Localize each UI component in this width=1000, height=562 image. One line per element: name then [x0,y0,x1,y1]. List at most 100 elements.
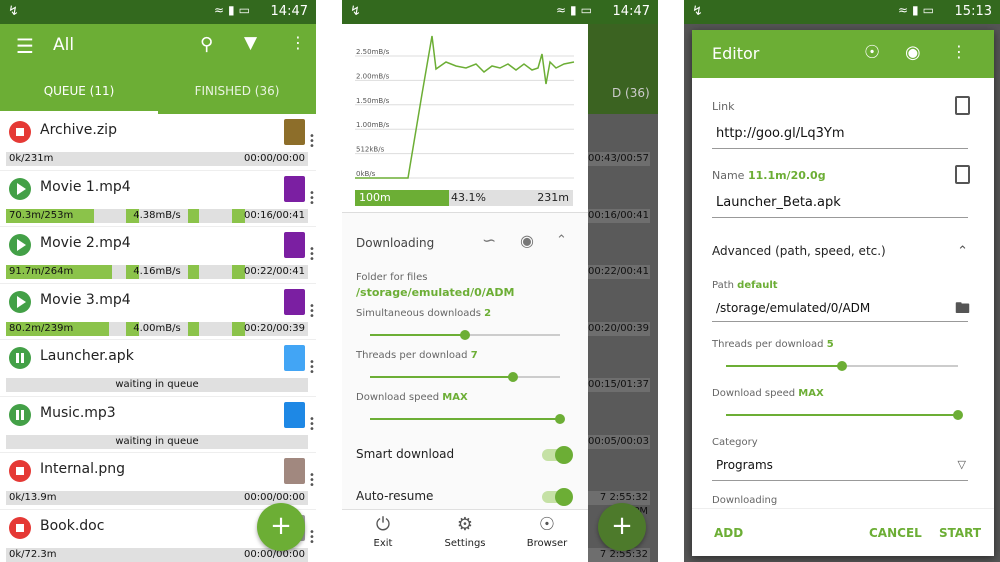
total-size: 231m [537,191,569,204]
add-button[interactable]: ADD [714,526,743,540]
menu-icon[interactable]: ☰ [16,34,34,58]
chart-icon[interactable]: ∽ [482,231,496,251]
percent-label: 43.1% [451,191,486,204]
threads-label: Threads per download 7 [356,350,478,361]
row-menu-icon[interactable]: • • • [309,358,315,378]
chart-tick-label: 1.50mB/s [356,97,390,105]
filter-icon[interactable]: ▼ [244,33,257,53]
link-underline [712,148,968,149]
threads-slider[interactable] [370,372,560,382]
globe-icon: ☉ [538,514,556,535]
nav-exit[interactable]: ⏻ Exit [342,514,424,549]
smart-download-label: Smart download [356,447,455,461]
size-text: 0k/72.3m [9,548,57,560]
speed-slider[interactable] [370,414,565,424]
tab-queue[interactable]: QUEUE (11) [0,68,158,114]
zip-icon [284,119,305,145]
play-button[interactable] [9,234,31,256]
signal-icons: ≈▮▭ [214,3,254,17]
eye-icon[interactable]: ◉ [520,231,534,250]
folder-value[interactable]: /storage/emulated/0/ADM [356,286,514,299]
download-row[interactable]: Internal.png • • • 0k/13.9m 00:00/00:00 [0,453,316,510]
status-time: 15:13 [954,4,992,19]
section-title: Downloading [356,236,435,250]
chevron-down-icon[interactable]: ▽ [958,458,966,471]
nav-settings[interactable]: ⚙ Settings [424,514,506,549]
stop-button[interactable] [9,516,31,539]
play-button[interactable] [9,290,31,313]
more-options-icon[interactable]: ⋮ [951,42,967,61]
row-menu-icon[interactable]: • • • [309,414,315,434]
play-button[interactable] [9,177,31,200]
download-row[interactable]: Movie 3.mp4 • • • 80.2m/239m 4.00mB/s 00:20/00… [0,283,316,340]
collapse-icon[interactable]: ⌃ [957,244,968,259]
download-row[interactable]: Archive.zip • • • 0k/231m 00:00/00:00 [0,114,316,171]
eye-icon[interactable]: ◉ [905,42,921,63]
downloaded-size: 100m [359,191,391,204]
file-name: Launcher.apk [40,348,134,364]
threads-slider[interactable] [726,361,958,371]
path-input[interactable]: /storage/emulated/0/ADM [716,301,870,315]
add-download-button[interactable]: + [257,503,305,551]
status-time: 14:47 [270,4,308,19]
page-title: All [53,35,75,55]
file-name: Archive.zip [40,122,117,138]
simultaneous-slider[interactable] [370,330,560,340]
row-menu-icon[interactable]: • • • [309,132,315,152]
download-notification-icon: ↯ [8,4,19,19]
stop-button[interactable] [9,460,31,482]
status-bar: ↯ ≈▮▭ 14:47 [0,0,316,24]
background-tab-label: D (36) [612,86,650,100]
tab-finished[interactable]: FINISHED (36) [158,68,316,114]
pause-button[interactable] [9,347,31,369]
speed-chart: 2.50mB/s 2.00mB/s 1.50mB/s 1.00mB/s 512kB/s 0… [342,24,588,212]
pause-button[interactable] [9,403,31,426]
folder-icon[interactable]: 🖿 [955,298,970,323]
progress-bar: 70.3m/253m 4.38mB/s 00:16/00:41 [6,208,308,223]
file-name: Movie 3.mp4 [40,291,131,308]
app-bar: ☰ All ⚲ ▼ ⋮ [0,24,316,68]
download-row[interactable]: Launcher.apk • • • waiting in queue [0,340,316,397]
link-input[interactable]: http://goo.gl/Lq3Ym [716,126,845,141]
size-text: 0k/13.9m [9,492,57,503]
dialog-actions: ADD CANCEL START [692,508,994,556]
path-underline [712,321,968,322]
row-menu-icon[interactable]: • • • [309,527,315,547]
smart-download-toggle[interactable] [542,446,573,464]
row-menu-icon[interactable]: • • • [309,301,315,321]
signal-icons: ≈▮▭ [898,3,938,17]
search-icon[interactable]: ⚲ [200,34,213,55]
globe-icon[interactable]: ☉ [864,42,880,63]
stop-button[interactable] [9,121,31,143]
category-select[interactable]: Programs [716,458,773,472]
size-text: 0k/231m [9,153,54,164]
download-row[interactable]: Movie 2.mp4 • • • 91.7m/264m 4.16mB/s 00:22/00… [0,227,316,284]
clipboard-icon[interactable] [955,96,970,115]
file-name: Music.mp3 [40,404,116,421]
threads-label: Threads per download 5 [712,339,834,350]
time-text: 00:00/00:00 [243,492,305,503]
row-menu-icon[interactable]: • • • [309,188,315,208]
start-button[interactable]: START [939,526,981,540]
background-time-text: 00:16/00:41 [588,208,650,223]
path-label: Path default [712,280,778,291]
row-menu-icon[interactable]: • • • [309,245,315,265]
auto-resume-toggle[interactable] [542,488,573,506]
editor-title-bar: Editor ☉ ◉ ⋮ [692,30,994,78]
speed-chart-svg: 2.50mB/s 2.00mB/s 1.50mB/s 1.00mB/s 512kB/s 0… [355,35,575,179]
download-row[interactable]: Movie 1.mp4 • • • 70.3m/253m 4.38mB/s 00:16/00… [0,170,316,227]
clipboard-icon[interactable] [955,165,970,184]
name-input[interactable]: Launcher_Beta.apk [716,195,841,210]
download-settings-sheet: Downloading ∽ ◉ ⌃ Folder for files /stor… [342,212,588,509]
speed-slider[interactable] [726,410,963,420]
cancel-button[interactable]: CANCEL [869,526,922,540]
download-row[interactable]: Music.mp3 • • • waiting in queue [0,396,316,453]
progress-bar: 0k/13.9m 00:00/00:00 [6,491,308,505]
category-label: Category [712,437,758,448]
nav-browser[interactable]: ☉ Browser [506,514,588,549]
collapse-icon[interactable]: ⌃ [556,233,567,248]
detail-progress-bar: 100m 43.1% 231m [355,190,573,206]
more-options-icon[interactable]: ⋮ [290,33,306,52]
advanced-section[interactable]: Advanced (path, speed, etc.) [712,244,886,258]
row-menu-icon[interactable]: • • • [309,471,315,491]
